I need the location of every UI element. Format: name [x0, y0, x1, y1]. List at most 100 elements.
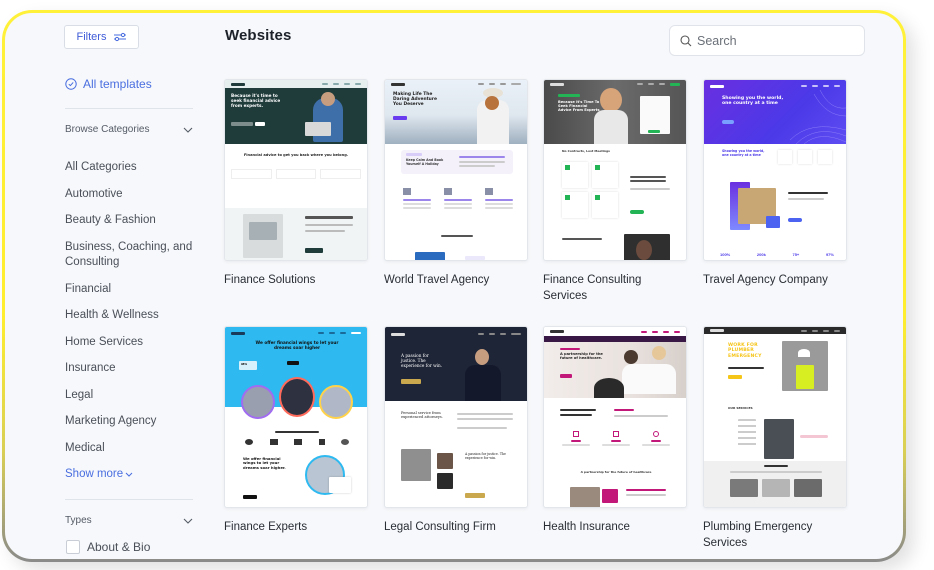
template-title[interactable]: Travel Agency Company	[703, 272, 847, 288]
type-label: About & Bio	[87, 540, 151, 554]
template-thumbnail[interactable]: A partnership for the future of healthca…	[543, 326, 687, 508]
category-insurance[interactable]: Insurance	[65, 361, 195, 377]
template-card-finance-experts[interactable]: We offer financial wings to let your dre…	[224, 326, 368, 535]
template-thumbnail[interactable]: We offer financial wings to let your dre…	[224, 326, 368, 508]
thumb-hero: Making Life The Daring Adventure You Des…	[385, 80, 527, 144]
category-legal[interactable]: Legal	[65, 388, 195, 404]
thumb-hero-text: A partnership for the future of healthca…	[560, 352, 603, 361]
thumb-section-text: A partnership for the future of healthca…	[580, 470, 652, 474]
thumb-badge: 98%	[239, 361, 257, 370]
template-thumbnail[interactable]: Because it's time to seek financial advi…	[224, 79, 368, 261]
template-card-travel-agency-company[interactable]: Showing you the world, one country at a …	[703, 79, 847, 288]
template-card-finance-solutions[interactable]: Because it's time to seek financial advi…	[224, 79, 368, 288]
thumb-hero: A passion for justice. The experience fo…	[385, 327, 527, 401]
divider	[65, 108, 193, 109]
thumb-nav	[704, 327, 846, 334]
chevron-down-icon	[183, 127, 193, 133]
thumb-nav	[385, 327, 527, 336]
thumb-stat: 100%	[720, 252, 731, 257]
thumb-nav	[544, 80, 686, 88]
show-more-label: Show more	[65, 468, 124, 480]
template-title[interactable]: Finance Consulting Services	[543, 272, 687, 304]
category-list: All Categories Automotive Beauty & Fashi…	[65, 160, 195, 467]
search-input[interactable]	[697, 33, 847, 48]
thumb-section-text: Keep Calm And Book Yourself A Holiday	[406, 158, 444, 166]
thumb-nav	[544, 327, 686, 336]
template-thumbnail[interactable]: A passion for justice. The experience fo…	[384, 326, 528, 508]
template-title[interactable]: Finance Solutions	[224, 272, 368, 288]
category-home-services[interactable]: Home Services	[65, 335, 195, 351]
thumb-hero-text: Showing you the world, one country at a …	[722, 96, 784, 107]
thumb-hero-text: We offer financial wings to let your dre…	[255, 340, 339, 350]
thumb-section-text: OUR SERVICES	[728, 406, 753, 410]
types-toggle[interactable]: Types	[65, 515, 193, 526]
thumb-section-text: No Contracts, Lost Meetings	[562, 149, 610, 153]
thumb-hero-text: Because It's Time To Seek Financial Advi…	[558, 100, 600, 113]
category-health-wellness[interactable]: Health & Wellness	[65, 308, 195, 324]
template-card-plumbing-emergency-services[interactable]: WORK FOR PLUMBER EMERGENCY OUR SERVICES	[703, 326, 847, 551]
thumb-stats: 100% 200k 75+ 97%	[720, 252, 834, 257]
template-thumbnail[interactable]: Because It's Time To Seek Financial Advi…	[543, 79, 687, 261]
check-circle-icon	[65, 78, 77, 90]
thumb-hero-text: Making Life The Daring Adventure You Des…	[393, 92, 437, 108]
thumb-features	[231, 169, 362, 180]
window-frame: Filters All templates Browse Categories …	[2, 10, 906, 562]
thumb-section-text: Personal service from experienced attorn…	[401, 411, 443, 420]
thumb-logos	[245, 439, 349, 445]
template-card-health-insurance[interactable]: A partnership for the future of healthca…	[543, 326, 687, 535]
thumb-stat: 75+	[792, 252, 800, 257]
template-thumbnail[interactable]: WORK FOR PLUMBER EMERGENCY OUR SERVICES	[703, 326, 847, 508]
thumb-hero-text: WORK FOR PLUMBER EMERGENCY	[728, 343, 762, 359]
thumb-features	[403, 188, 513, 211]
category-all-categories[interactable]: All Categories	[65, 160, 195, 176]
page-title: Websites	[225, 27, 292, 44]
category-medical[interactable]: Medical	[65, 441, 195, 457]
types-label: Types	[65, 515, 92, 526]
all-templates-label: All templates	[83, 77, 152, 91]
thumb-section-text: Showing you the world, one country at a …	[722, 149, 765, 157]
divider	[65, 499, 193, 500]
category-marketing-agency[interactable]: Marketing Agency	[65, 414, 195, 430]
checkbox[interactable]	[66, 540, 80, 554]
thumb-section	[225, 208, 367, 260]
thumb-hero: Because it's time to seek financial advi…	[225, 88, 367, 144]
type-checkbox-about-bio[interactable]: About & Bio	[66, 540, 150, 554]
template-card-world-travel-agency[interactable]: Making Life The Daring Adventure You Des…	[384, 79, 528, 288]
template-thumbnail[interactable]: Showing you the world, one country at a …	[703, 79, 847, 261]
thumb-section-text: We offer financial wings to let your dre…	[243, 456, 286, 470]
thumb-hero-text: A passion for justice. The experience fo…	[401, 353, 443, 369]
thumb-section-text: A passion for justice. The experience fo…	[465, 452, 506, 460]
thumb-features	[562, 431, 670, 448]
search-box[interactable]	[669, 25, 865, 56]
filters-button[interactable]: Filters	[64, 25, 139, 49]
sliders-icon	[114, 32, 127, 42]
template-title[interactable]: Plumbing Emergency Services	[703, 519, 847, 551]
thumb-nav	[385, 80, 527, 88]
topography-pattern	[790, 90, 846, 144]
chevron-down-icon	[183, 518, 193, 524]
template-thumbnail[interactable]: Making Life The Daring Adventure You Des…	[384, 79, 528, 261]
chevron-down-icon	[125, 472, 133, 477]
thumb-hero-text: Because it's time to seek financial advi…	[231, 93, 281, 108]
template-title[interactable]: Finance Experts	[224, 519, 368, 535]
category-financial[interactable]: Financial	[65, 282, 195, 298]
template-card-legal-consulting-firm[interactable]: A passion for justice. The experience fo…	[384, 326, 528, 535]
category-business-coaching-consulting[interactable]: Business, Coaching, and Consulting	[65, 240, 195, 271]
thumb-nav	[225, 327, 367, 335]
category-automotive[interactable]: Automotive	[65, 187, 195, 203]
template-title[interactable]: Health Insurance	[543, 519, 687, 535]
template-title[interactable]: Legal Consulting Firm	[384, 519, 528, 535]
thumb-features	[778, 150, 832, 164]
thumb-section	[704, 461, 846, 507]
show-more-link[interactable]: Show more	[65, 468, 133, 480]
thumb-stat: 200k	[756, 252, 766, 257]
template-title[interactable]: World Travel Agency	[384, 272, 528, 288]
all-templates-link[interactable]: All templates	[65, 77, 152, 91]
thumb-section: Keep Calm And Book Yourself A Holiday	[401, 150, 513, 174]
thumb-nav	[704, 80, 846, 88]
browse-categories-toggle[interactable]: Browse Categories	[65, 124, 193, 135]
category-beauty-fashion[interactable]: Beauty & Fashion	[65, 213, 195, 229]
search-icon	[680, 34, 692, 46]
template-card-finance-consulting-services[interactable]: Because It's Time To Seek Financial Advi…	[543, 79, 687, 304]
thumb-hero: Showing you the world, one country at a …	[704, 80, 846, 144]
